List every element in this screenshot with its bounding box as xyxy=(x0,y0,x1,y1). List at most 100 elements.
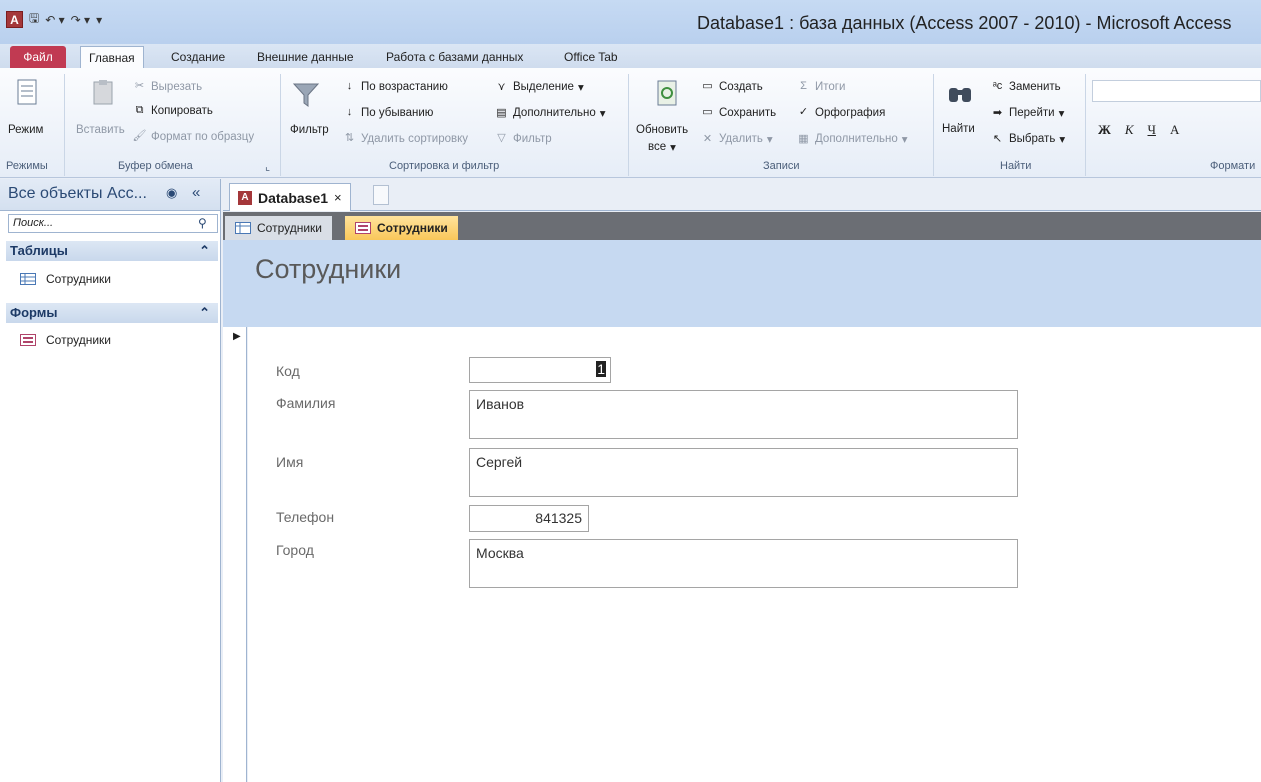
refresh-all-dropdown[interactable]: все ▾ xyxy=(648,140,676,154)
new-tab-icon[interactable] xyxy=(373,185,389,205)
copy-button[interactable]: ⧉ Копировать xyxy=(132,104,213,117)
collapse-pane-icon[interactable]: « xyxy=(192,184,200,201)
underline-button[interactable]: Ч xyxy=(1148,122,1156,138)
ribbon-tab-row: Файл Главная Создание Внешние данные Раб… xyxy=(0,44,1261,68)
chevron-down-icon: ▾ xyxy=(670,142,676,154)
sort-ascending-button[interactable]: ↓ По возрастанию xyxy=(342,80,448,93)
advanced-filter-icon: ▤ xyxy=(496,106,507,119)
scissors-icon: ✂ xyxy=(134,80,145,92)
font-name-combo[interactable] xyxy=(1092,80,1261,102)
nav-group-tables[interactable]: Таблицы ⌃ xyxy=(6,241,218,261)
save-record-button[interactable]: ▭ Сохранить xyxy=(700,106,776,119)
selection-filter-icon: ⋎ xyxy=(497,80,506,93)
nav-dropdown-icon[interactable]: ◉ xyxy=(166,185,177,201)
form-header: Сотрудники xyxy=(223,240,1261,327)
view-mode-button[interactable]: Режим xyxy=(8,124,43,136)
tab-external-data[interactable]: Внешние данные xyxy=(249,46,362,68)
sort-ascending-icon: ↓ xyxy=(346,80,353,92)
selection-button[interactable]: ⋎ Выделение ▾ xyxy=(494,80,584,95)
binoculars-icon xyxy=(949,88,971,102)
form-body: Код 1 Фамилия Иванов Имя Сергей Телефон … xyxy=(248,327,1261,782)
object-tab-table-employees[interactable]: Сотрудники xyxy=(225,216,332,240)
toggle-filter-button[interactable]: ▽ Фильтр xyxy=(494,132,551,145)
sort-descending-button[interactable]: ↓ По убыванию xyxy=(342,106,434,119)
chevron-down-icon: ▾ xyxy=(577,82,584,94)
object-tab-form-employees[interactable]: Сотрудники xyxy=(345,216,458,240)
find-button[interactable]: Найти xyxy=(942,123,975,135)
replace-button[interactable]: ᵃc Заменить xyxy=(990,80,1061,93)
city-field[interactable]: Москва xyxy=(469,539,1018,588)
save-icon[interactable]: 🖫 xyxy=(29,9,39,30)
chevron-down-icon: ▾ xyxy=(1059,134,1066,146)
advanced-filter-button[interactable]: ▤ Дополнительно ▾ xyxy=(494,106,606,121)
sigma-icon: Σ xyxy=(800,80,807,92)
copy-icon: ⧉ xyxy=(135,104,144,116)
spelling-button[interactable]: ✓ Орфография xyxy=(796,106,885,119)
phone-field[interactable]: 841325 xyxy=(469,505,589,532)
totals-button[interactable]: Σ Итоги xyxy=(796,80,845,93)
close-tab-icon[interactable]: × xyxy=(334,190,342,205)
separator xyxy=(628,74,629,176)
form-title: Сотрудники xyxy=(255,254,402,284)
label-city: Город xyxy=(276,542,314,558)
group-label-views: Режимы xyxy=(6,160,48,172)
bold-button[interactable]: Ж xyxy=(1098,122,1111,138)
redo-icon[interactable]: ↷ ▾ xyxy=(71,13,90,27)
group-label-sort-filter: Сортировка и фильтр xyxy=(389,160,500,172)
remove-sort-button[interactable]: ⇅ Удалить сортировку xyxy=(342,132,468,145)
new-record-button[interactable]: ▭ Создать xyxy=(700,80,762,93)
new-record-icon: ▭ xyxy=(702,80,713,92)
undo-icon[interactable]: ↶ ▾ xyxy=(45,13,64,27)
document-tab-bar: A Database1 × xyxy=(223,179,1261,211)
italic-button[interactable]: К xyxy=(1125,122,1134,138)
doc-tab-database1[interactable]: A Database1 × xyxy=(229,183,351,211)
more-records-button[interactable]: ▦ Дополнительно ▾ xyxy=(796,132,908,147)
label-phone: Телефон xyxy=(276,509,335,525)
nav-group-forms[interactable]: Формы ⌃ xyxy=(6,303,218,323)
form-icon xyxy=(355,222,371,234)
goto-button[interactable]: ➡ Перейти ▾ xyxy=(990,106,1065,121)
code-field[interactable]: 1 xyxy=(469,357,611,383)
collapse-group-icon: ⌃ xyxy=(199,243,210,258)
search-icon[interactable]: ⚲ xyxy=(198,216,207,230)
clipboard-launcher-icon[interactable]: ⌞ xyxy=(265,160,270,173)
tab-create[interactable]: Создание xyxy=(163,46,233,68)
tab-home[interactable]: Главная xyxy=(80,46,144,68)
paste-icon xyxy=(93,80,113,105)
separator xyxy=(64,74,65,176)
group-label-records: Записи xyxy=(763,160,800,172)
separator xyxy=(280,74,281,176)
chevron-down-icon: ▾ xyxy=(599,108,606,120)
nav-pane-header[interactable]: Все объекты Acc... ◉ « xyxy=(0,179,220,211)
tab-database-tools[interactable]: Работа с базами данных xyxy=(378,46,531,68)
refresh-all-button[interactable]: Обновить xyxy=(636,124,688,136)
first-name-field[interactable]: Сергей xyxy=(469,448,1018,497)
paste-button[interactable]: Вставить xyxy=(76,124,125,136)
sort-descending-icon: ↓ xyxy=(346,106,353,118)
format-painter-button[interactable]: 🖌 Формат по образцу xyxy=(132,130,255,143)
chevron-down-icon: ▾ xyxy=(901,134,908,146)
last-name-field[interactable]: Иванов xyxy=(469,390,1018,439)
tab-file[interactable]: Файл xyxy=(10,46,66,68)
label-first-name: Имя xyxy=(276,454,304,470)
tab-office-tab[interactable]: Office Tab xyxy=(556,46,626,68)
label-code: Код xyxy=(276,363,300,379)
cut-button[interactable]: ✂ Вырезать xyxy=(132,80,202,93)
select-button[interactable]: ↖ Выбрать ▾ xyxy=(990,132,1066,147)
access-app-icon[interactable]: A xyxy=(6,11,23,28)
filter-button[interactable]: Фильтр xyxy=(290,124,329,136)
nav-search-input[interactable]: Поиск... xyxy=(8,214,218,233)
separator xyxy=(933,74,934,176)
group-label-find: Найти xyxy=(1000,160,1032,172)
customize-qat-icon[interactable]: ▾ xyxy=(96,13,102,27)
group-label-clipboard: Буфер обмена xyxy=(118,160,193,172)
record-selector[interactable]: ▶ xyxy=(223,327,247,782)
delete-record-button[interactable]: ✕ Удалить ▾ xyxy=(700,132,773,147)
nav-item-table-employees[interactable]: Сотрудники xyxy=(20,272,111,286)
window-title: Database1 : база данных (Access 2007 - 2… xyxy=(697,13,1232,33)
nav-item-form-employees[interactable]: Сотрудники xyxy=(20,333,111,347)
font-color-button[interactable]: А xyxy=(1170,122,1179,138)
chevron-down-icon: ▾ xyxy=(1058,108,1065,120)
navigation-pane: Все объекты Acc... ◉ « Поиск... ⚲ Таблиц… xyxy=(0,179,221,782)
chevron-down-icon: ▾ xyxy=(766,134,773,146)
